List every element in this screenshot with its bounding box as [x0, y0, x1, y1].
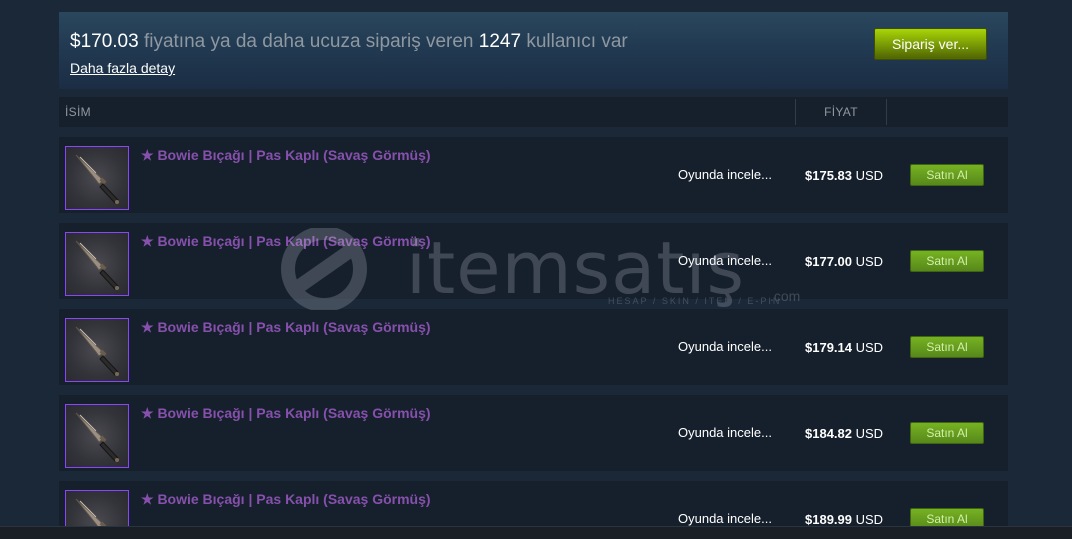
column-divider [886, 99, 887, 125]
price-column-header: FİYAT [824, 105, 858, 119]
buy-order-price: $170.03 [70, 31, 139, 52]
inspect-in-game-link[interactable]: Oyunda incele... [678, 167, 772, 182]
listing-row: ★ Bowie Bıçağı | Pas Kaplı (Savaş Görmüş… [59, 309, 1008, 385]
inspect-in-game-link[interactable]: Oyunda incele... [678, 425, 772, 440]
bottom-bar [0, 526, 1072, 539]
item-image[interactable] [65, 318, 129, 382]
buy-button[interactable]: Satın Al [910, 250, 984, 272]
buy-order-summary: $170.03 fiyatına ya da daha ucuza sipari… [70, 31, 628, 53]
item-name-link[interactable]: ★ Bowie Bıçağı | Pas Kaplı (Savaş Görmüş… [141, 319, 431, 336]
buy-button[interactable]: Satın Al [910, 164, 984, 186]
bowie-knife-icon [75, 240, 119, 290]
price-currency: USD [855, 426, 884, 441]
item-image[interactable] [65, 404, 129, 468]
listing-price: $179.14 USD [805, 340, 883, 355]
buy-button[interactable]: Satın Al [910, 336, 984, 358]
bowie-knife-icon [75, 326, 119, 376]
name-column-header: İSİM [65, 105, 91, 119]
buy-order-panel: $170.03 fiyatına ya da daha ucuza sipari… [59, 12, 1008, 89]
bowie-knife-icon [75, 412, 119, 462]
item-image[interactable] [65, 146, 129, 210]
item-name-link[interactable]: ★ Bowie Bıçağı | Pas Kaplı (Savaş Görmüş… [141, 491, 431, 508]
listing-price: $175.83 USD [805, 168, 883, 183]
price-value: $179.14 [805, 340, 852, 355]
inspect-in-game-link[interactable]: Oyunda incele... [678, 253, 772, 268]
buy-button[interactable]: Satın Al [910, 422, 984, 444]
market-page: $170.03 fiyatına ya da daha ucuza sipari… [0, 0, 1072, 539]
item-name-link[interactable]: ★ Bowie Bıçağı | Pas Kaplı (Savaş Görmüş… [141, 405, 431, 422]
more-details-link[interactable]: Daha fazla detay [70, 60, 175, 76]
price-currency: USD [855, 168, 884, 183]
listing-row: ★ Bowie Bıçağı | Pas Kaplı (Savaş Görmüş… [59, 223, 1008, 299]
price-currency: USD [855, 254, 884, 269]
price-currency: USD [855, 340, 884, 355]
price-value: $177.00 [805, 254, 852, 269]
item-name-link[interactable]: ★ Bowie Bıçağı | Pas Kaplı (Savaş Görmüş… [141, 147, 431, 164]
item-image[interactable] [65, 232, 129, 296]
price-currency: USD [855, 512, 884, 527]
listings-table-header: İSİM FİYAT [59, 97, 1008, 127]
listing-row: ★ Bowie Bıçağı | Pas Kaplı (Savaş Görmüş… [59, 137, 1008, 213]
listing-price: $177.00 USD [805, 254, 883, 269]
price-value: $184.82 [805, 426, 852, 441]
item-name-link[interactable]: ★ Bowie Bıçağı | Pas Kaplı (Savaş Görmüş… [141, 233, 431, 250]
price-value: $175.83 [805, 168, 852, 183]
bowie-knife-icon [75, 154, 119, 204]
buy-order-count: 1247 [478, 31, 522, 52]
listing-price: $189.99 USD [805, 512, 883, 527]
place-order-button[interactable]: Sipariş ver... [874, 28, 987, 60]
buy-order-text: fiyatına ya da daha ucuza sipariş veren [138, 31, 479, 52]
price-value: $189.99 [805, 512, 852, 527]
listing-price: $184.82 USD [805, 426, 883, 441]
buy-order-text-end: kullanıcı var [521, 31, 628, 52]
listing-row: ★ Bowie Bıçağı | Pas Kaplı (Savaş Görmüş… [59, 395, 1008, 471]
inspect-in-game-link[interactable]: Oyunda incele... [678, 511, 772, 526]
inspect-in-game-link[interactable]: Oyunda incele... [678, 339, 772, 354]
